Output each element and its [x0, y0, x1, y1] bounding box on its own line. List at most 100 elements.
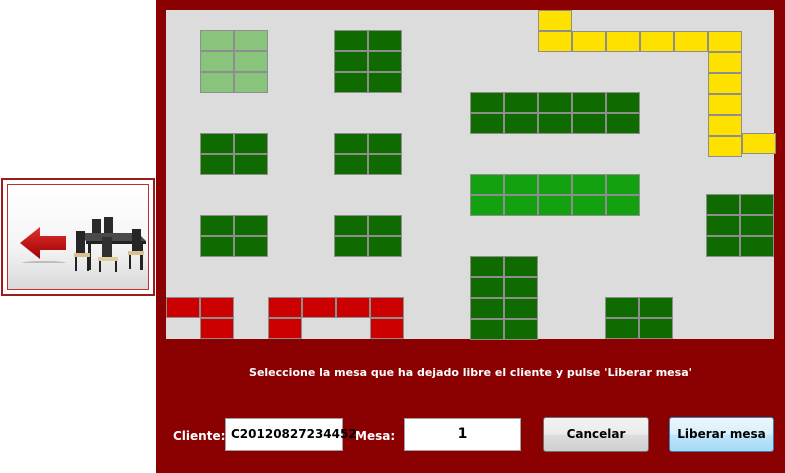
table-cell[interactable]: [334, 133, 368, 154]
table-cell[interactable]: [234, 51, 268, 72]
table-cell[interactable]: [572, 31, 606, 52]
table-cell[interactable]: [572, 92, 606, 113]
table-cell[interactable]: [605, 297, 639, 318]
table-cell[interactable]: [334, 51, 368, 72]
table-cell[interactable]: [334, 30, 368, 51]
table-cell[interactable]: [606, 113, 640, 134]
table-cell[interactable]: [334, 154, 368, 175]
table-cell[interactable]: [538, 31, 572, 52]
table-cell[interactable]: [200, 154, 234, 175]
back-button[interactable]: [1, 178, 155, 296]
table-cell[interactable]: [572, 195, 606, 216]
table-cell[interactable]: [538, 174, 572, 195]
table-cell[interactable]: [470, 92, 504, 113]
table-cell[interactable]: [200, 51, 234, 72]
table-cell[interactable]: [742, 133, 776, 154]
table-cell[interactable]: [572, 113, 606, 134]
table-cell[interactable]: [368, 51, 402, 72]
table-cell[interactable]: [234, 154, 268, 175]
table-cell[interactable]: [234, 215, 268, 236]
table-cell[interactable]: [504, 277, 538, 298]
table-cell[interactable]: [639, 318, 673, 339]
table-cell[interactable]: [470, 277, 504, 298]
table-cell[interactable]: [470, 195, 504, 216]
table-cell[interactable]: [504, 319, 538, 340]
table-cell[interactable]: [234, 133, 268, 154]
table-cell[interactable]: [708, 52, 742, 73]
table-cell[interactable]: [166, 297, 200, 318]
table-cell[interactable]: [268, 318, 302, 339]
table-cell[interactable]: [606, 31, 640, 52]
table-cell[interactable]: [605, 318, 639, 339]
table-cell[interactable]: [470, 113, 504, 134]
table-cell[interactable]: [234, 72, 268, 93]
floor-plan: [166, 10, 776, 340]
table-cell[interactable]: [200, 215, 234, 236]
table-cell[interactable]: [639, 297, 673, 318]
cliente-label: Cliente:: [173, 429, 226, 443]
back-arrow-icon: [20, 227, 66, 263]
table-cell[interactable]: [302, 297, 336, 318]
instruction-message: Seleccione la mesa que ha dejado libre e…: [249, 366, 692, 379]
table-cell[interactable]: [740, 236, 774, 257]
table-cell[interactable]: [370, 318, 404, 339]
table-cell[interactable]: [708, 73, 742, 94]
table-cell[interactable]: [268, 297, 302, 318]
table-cell[interactable]: [200, 30, 234, 51]
table-cell[interactable]: [200, 297, 234, 318]
table-cell[interactable]: [708, 31, 742, 52]
table-cell[interactable]: [370, 297, 404, 318]
table-cell[interactable]: [334, 215, 368, 236]
table-cell[interactable]: [234, 236, 268, 257]
table-cell[interactable]: [504, 256, 538, 277]
table-cell[interactable]: [336, 297, 370, 318]
table-cell[interactable]: [674, 31, 708, 52]
table-cell[interactable]: [538, 195, 572, 216]
table-cell[interactable]: [538, 92, 572, 113]
table-cell[interactable]: [706, 215, 740, 236]
table-cell[interactable]: [470, 256, 504, 277]
table-cell[interactable]: [234, 30, 268, 51]
table-cell[interactable]: [740, 194, 774, 215]
table-cell[interactable]: [538, 10, 572, 31]
table-cell[interactable]: [368, 154, 402, 175]
table-cell[interactable]: [706, 194, 740, 215]
table-cell[interactable]: [200, 133, 234, 154]
table-cell[interactable]: [334, 236, 368, 257]
table-cell[interactable]: [606, 92, 640, 113]
table-cell[interactable]: [200, 236, 234, 257]
table-cell[interactable]: [200, 72, 234, 93]
table-cell[interactable]: [708, 136, 742, 157]
table-cell[interactable]: [708, 115, 742, 136]
table-cell[interactable]: [368, 236, 402, 257]
release-table-button[interactable]: Liberar mesa: [669, 417, 774, 452]
table-cell[interactable]: [572, 174, 606, 195]
table-cell[interactable]: [470, 298, 504, 319]
dining-set-icon: [74, 217, 146, 272]
table-cell[interactable]: [368, 30, 402, 51]
table-cell[interactable]: [708, 94, 742, 115]
back-button-face: [7, 184, 149, 290]
table-cell[interactable]: [606, 174, 640, 195]
release-table-panel: Seleccione la mesa que ha dejado libre e…: [156, 0, 785, 473]
table-cell[interactable]: [200, 318, 234, 339]
table-cell[interactable]: [606, 195, 640, 216]
table-cell[interactable]: [538, 113, 572, 134]
table-cell[interactable]: [640, 31, 674, 52]
cancel-button[interactable]: Cancelar: [543, 417, 649, 452]
table-cell[interactable]: [504, 298, 538, 319]
cliente-field[interactable]: C20120827234452: [225, 418, 357, 451]
table-cell[interactable]: [368, 215, 402, 236]
mesa-field[interactable]: 1: [404, 418, 521, 451]
table-cell[interactable]: [706, 236, 740, 257]
table-cell[interactable]: [504, 174, 538, 195]
table-cell[interactable]: [470, 319, 504, 340]
table-cell[interactable]: [368, 133, 402, 154]
table-cell[interactable]: [504, 92, 538, 113]
table-cell[interactable]: [504, 195, 538, 216]
table-cell[interactable]: [470, 174, 504, 195]
table-cell[interactable]: [334, 72, 368, 93]
table-cell[interactable]: [368, 72, 402, 93]
table-cell[interactable]: [504, 113, 538, 134]
table-cell[interactable]: [740, 215, 774, 236]
